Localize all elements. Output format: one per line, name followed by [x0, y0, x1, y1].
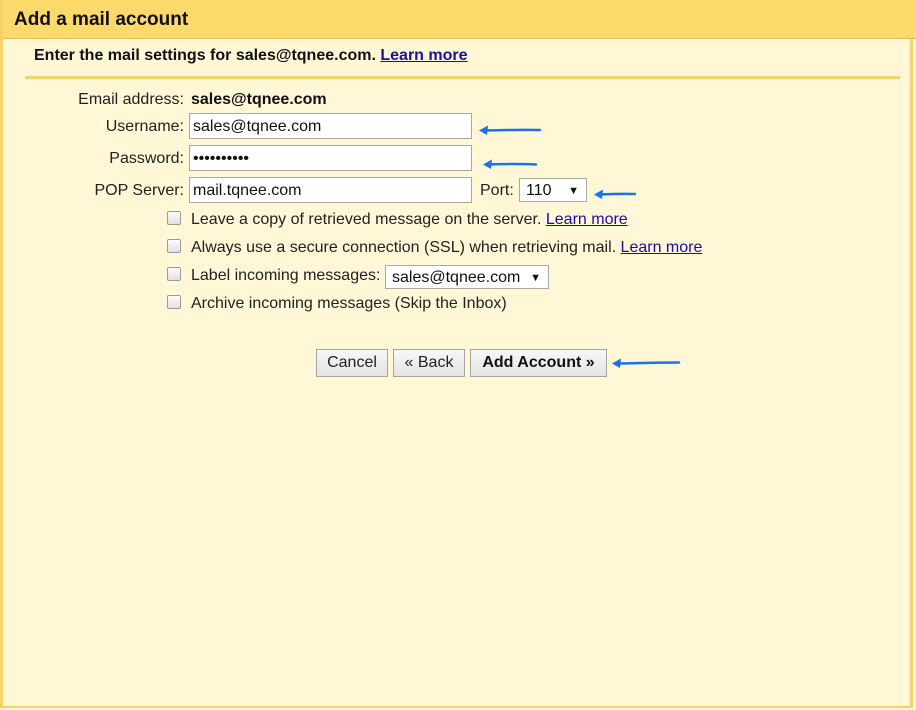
cancel-button[interactable]: Cancel — [316, 349, 388, 377]
dialog-header: Enter the mail settings for sales@tqnee.… — [34, 47, 468, 65]
leave-copy-checkbox[interactable] — [167, 211, 181, 226]
dialog-titlebar: Add a mail account — [3, 0, 916, 39]
ssl-learn-more-link[interactable]: Learn more — [621, 239, 703, 256]
username-input[interactable]: sales@tqnee.com — [189, 113, 472, 139]
option-archive: Archive incoming messages (Skip the Inbo… — [167, 294, 507, 316]
arrow-left-icon — [612, 358, 681, 368]
port-label: Port: — [480, 182, 514, 199]
add-account-button[interactable]: Add Account » — [470, 349, 607, 377]
header-learn-more-link[interactable]: Learn more — [380, 47, 467, 64]
arrow-left-icon — [479, 125, 542, 135]
arrow-left-icon — [483, 159, 538, 169]
header-text: Enter the mail settings for sales@tqnee.… — [34, 47, 376, 64]
ssl-checkbox[interactable] — [167, 239, 181, 254]
back-button[interactable]: « Back — [393, 349, 465, 377]
triangle-down-icon: ▼ — [530, 272, 541, 284]
archive-checkbox[interactable] — [167, 295, 181, 310]
email-address-value: sales@tqnee.com — [191, 91, 327, 108]
email-address-label: Email address: — [78, 91, 184, 108]
triangle-down-icon: ▼ — [568, 185, 579, 197]
ssl-label: Always use a secure connection (SSL) whe… — [191, 239, 617, 256]
leave-copy-label: Leave a copy of retrieved message on the… — [191, 211, 542, 228]
label-incoming-select[interactable]: sales@tqnee.com ▼ — [385, 265, 549, 289]
dialog-title: Add a mail account — [14, 9, 189, 30]
arrow-left-icon — [594, 189, 637, 199]
pop-server-input[interactable]: mail.tqnee.com — [189, 177, 472, 203]
leave-copy-learn-more-link[interactable]: Learn more — [546, 211, 628, 228]
label-incoming-checkbox[interactable] — [167, 267, 181, 282]
pop-server-label: POP Server: — [94, 182, 184, 199]
password-input[interactable]: •••••••••• — [189, 145, 472, 171]
label-incoming-label: Label incoming messages: — [191, 267, 381, 284]
option-label-incoming: Label incoming messages: — [167, 266, 380, 288]
option-leave-copy: Leave a copy of retrieved message on the… — [167, 210, 628, 232]
port-select[interactable]: 110 ▼ — [519, 178, 587, 202]
username-label: Username: — [105, 118, 184, 135]
add-mail-account-dialog: Add a mail account Enter the mail settin… — [0, 0, 916, 708]
label-incoming-select-value: sales@tqnee.com — [392, 269, 521, 286]
option-ssl: Always use a secure connection (SSL) whe… — [167, 238, 702, 260]
archive-label: Archive incoming messages (Skip the Inbo… — [191, 295, 507, 312]
password-label: Password: — [109, 150, 184, 167]
port-select-value: 110 — [526, 182, 552, 199]
